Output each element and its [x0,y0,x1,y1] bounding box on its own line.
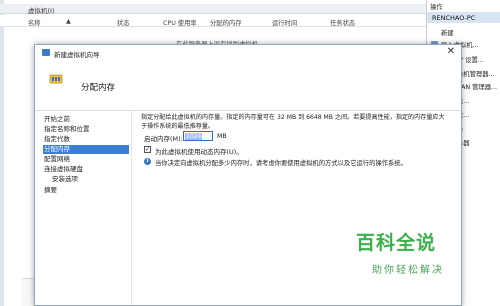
step-configure-networking[interactable]: 配置网络 [43,155,129,164]
description-line-2: 于操作系统的最低推荐量。 [141,122,215,130]
wizard-app-icon [42,49,50,56]
dynamic-memory-label[interactable]: 为此虚拟机使用动态内存(U)。 [155,146,243,156]
step-installation-options[interactable]: 安装选项 [51,175,137,184]
step-name-location[interactable]: 指定名称和位置 [43,125,129,134]
page-title: 分配内存 [81,83,116,93]
step-summary[interactable]: 摘要 [43,186,129,195]
close-icon[interactable]: ✕ [447,46,455,57]
sort-caret-icon: ▲ [66,18,71,25]
vm-table-header: 名称 ▲ 状态 CPU 使用率 分配的内存 运行时间 任务状态 [0,15,426,27]
left-strip [0,0,4,306]
startup-memory-label: 启动内存(M): [144,135,183,143]
step-assign-memory[interactable]: 分配内存 [43,145,129,154]
column-status[interactable]: 状态 [117,18,130,27]
action-new[interactable]: 新建 [441,28,454,37]
step-generation[interactable]: 指定代数 [43,135,129,144]
dialog-titlebar[interactable]: 新建虚拟机向导 ✕ [35,45,461,61]
startup-memory-value: 1024 [185,133,203,140]
startup-memory-input[interactable]: 1024 [183,131,213,141]
column-uptime[interactable]: 运行时间 [272,18,297,27]
info-icon: i [144,158,151,165]
wizard-steps-nav: 开始之前 指定名称和位置 指定代数 分配内存 配置网络 连接虚拟硬盘 安装选项 … [35,111,131,305]
action-switch-manager[interactable]: 换机管理器... [457,69,495,78]
action-san-manager[interactable]: SAN 管理器... [457,82,497,91]
actions-host-header[interactable]: RENCHAO-PC [427,12,500,23]
step-connect-vhd[interactable]: 连接虚拟硬盘 [43,165,129,174]
step-before-you-begin[interactable]: 开始之前 [43,115,129,124]
dialog-title: 新建虚拟机向导 [54,51,100,59]
dynamic-memory-checkbox[interactable]: ✓ [144,146,151,153]
memory-info-text: 当你决定向虚拟机分配多少内存时，请考虑你要使用虚拟机的方式以及它运行的操作系统。 [155,160,407,167]
column-name[interactable]: 名称 [28,18,41,27]
baike-watermark: 百科全说 助你轻松解决 [356,226,462,282]
memory-description: 指定分配给此虚拟机的内存量。指定的内存量可在 32 MB 到 6648 MB 之… [141,114,457,131]
actions-title: 操作 [430,4,443,11]
watermark-subtitle: 助你轻松解决 [372,265,444,276]
memory-unit: MB [217,133,227,140]
vm-section-title: 虚拟机(I) [28,7,55,15]
column-task-status[interactable]: 任务状态 [330,18,355,27]
vm-section-header: 虚拟机(I) [0,4,426,15]
description-line-1: 指定分配给此虚拟机的内存量。指定的内存量可在 32 MB 到 6648 MB 之… [141,114,445,121]
column-memory[interactable]: 分配的内存 [210,18,241,27]
host-name: RENCHAO-PC [432,14,476,22]
watermark-title: 百科全说 [356,232,437,254]
wizard-banner: 分配内存 [35,61,461,111]
nav-divider [131,111,132,305]
memory-chip-icon [49,74,63,84]
column-cpu[interactable]: CPU 使用率 [163,18,197,27]
